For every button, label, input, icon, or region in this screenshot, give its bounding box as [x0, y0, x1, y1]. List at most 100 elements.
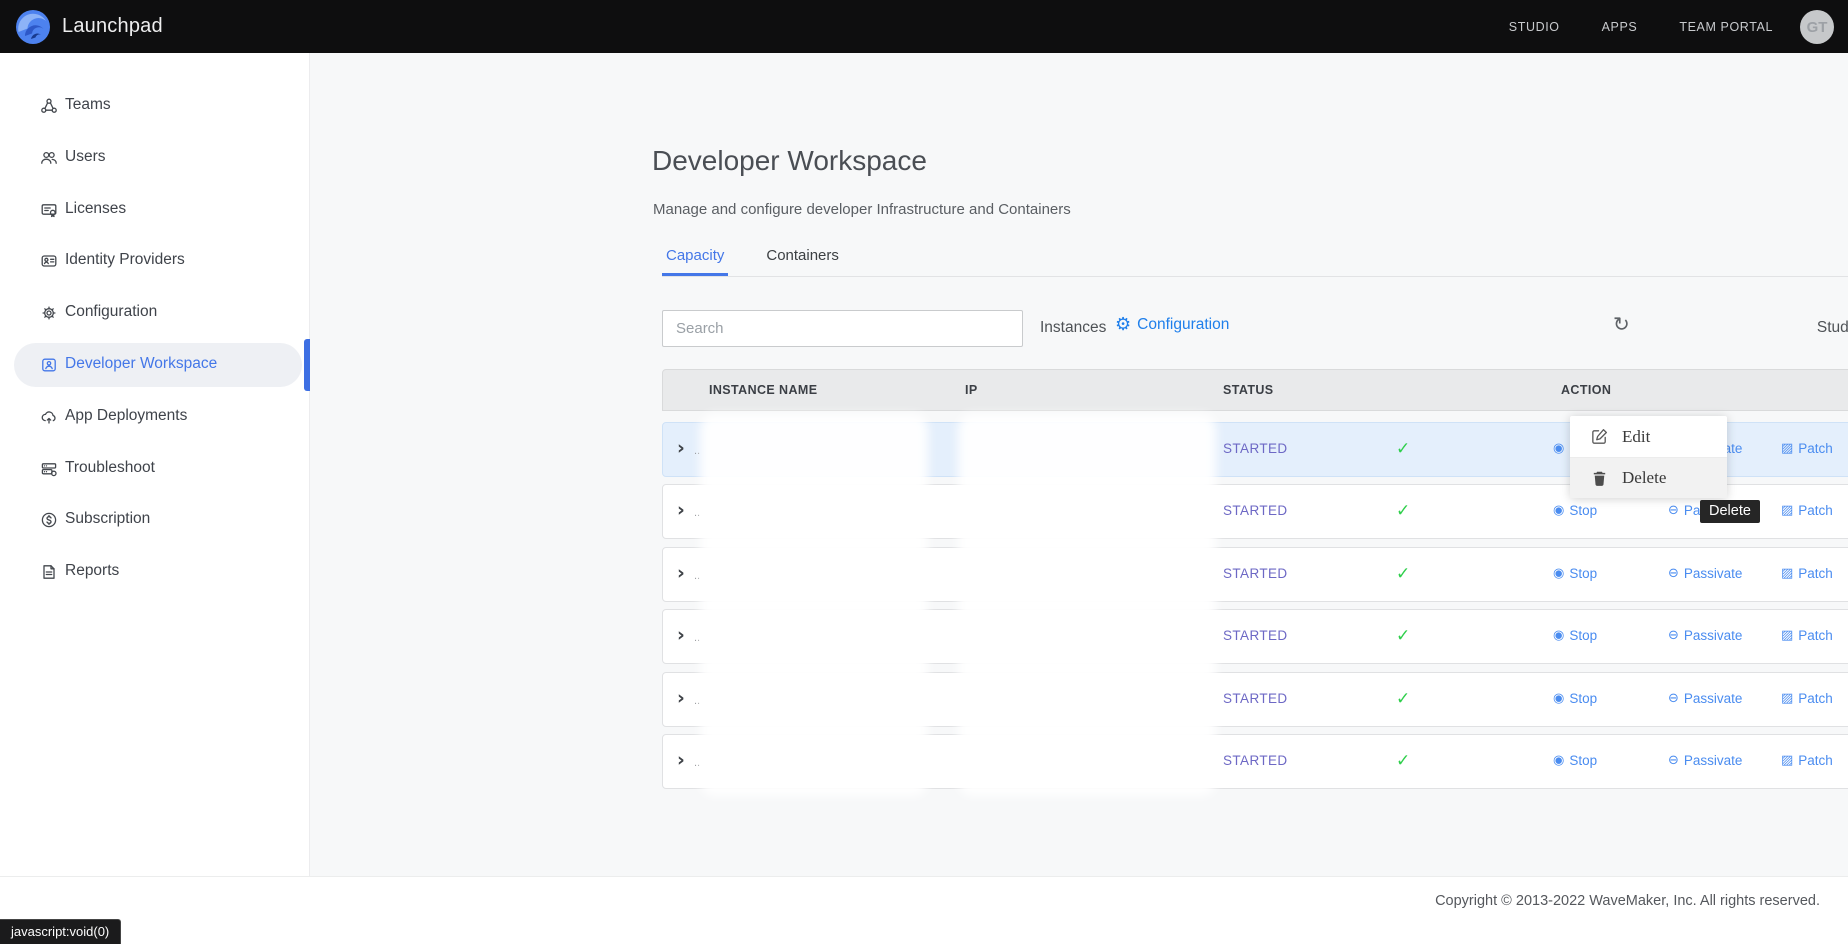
sidebar-item-label: Configuration — [65, 303, 157, 321]
configuration-link[interactable]: ⚙ Configuration — [1115, 316, 1229, 334]
trash-icon — [1590, 469, 1609, 488]
menu-item-edit[interactable]: Edit — [1570, 416, 1727, 457]
passivate-action[interactable]: ⊖ Passivate — [1668, 566, 1742, 581]
chevron-right-icon[interactable]: › — [677, 687, 685, 710]
topbar: Launchpad STUDIOAPPSTEAM PORTAL GT — [0, 0, 1848, 53]
patch-action[interactable]: ▨Patch — [1781, 628, 1833, 643]
stop-icon: ◉ — [1553, 567, 1564, 580]
topbar-nav: STUDIO APPS TEAM PORTAL — [1509, 0, 1773, 53]
status-text: STARTED — [1223, 691, 1288, 706]
column-header-ip: IP — [965, 383, 978, 397]
action-label: Stop — [1569, 566, 1597, 581]
chevron-right-icon[interactable]: › — [677, 749, 685, 772]
sidebar-item-label: Teams — [65, 96, 111, 114]
sidebar-item-reports[interactable]: Reports — [0, 550, 310, 594]
menu-item-label: Edit — [1622, 427, 1650, 447]
stop-icon: ◉ — [1553, 754, 1564, 767]
patch-icon: ▨ — [1781, 754, 1793, 767]
patch-action[interactable]: ▨Patch — [1781, 441, 1833, 456]
chevron-right-icon[interactable]: › — [677, 499, 685, 522]
status-text: STARTED — [1223, 503, 1288, 518]
menu-item-label: Delete — [1622, 468, 1666, 488]
wavemaker-logo — [15, 9, 51, 45]
patch-icon: ▨ — [1781, 504, 1793, 517]
check-icon: ✓ — [1396, 751, 1410, 771]
stop-action[interactable]: ◉ Stop — [1553, 753, 1597, 768]
action-label: Passivate — [1684, 566, 1743, 581]
column-header-action: ACTION — [1561, 383, 1611, 397]
configuration-link-label: Configuration — [1137, 316, 1229, 334]
page-subtitle: Manage and configure developer Infrastru… — [653, 201, 1071, 218]
column-header-instance-name: INSTANCE NAME — [709, 383, 817, 397]
patch-action[interactable]: ▨ Patch — [1781, 753, 1833, 768]
passivate-action[interactable]: ⊖Passivate — [1668, 628, 1742, 643]
check-icon: ✓ — [1396, 501, 1410, 521]
chevron-right-icon[interactable]: › — [677, 624, 685, 647]
sidebar-item-subscription[interactable]: Subscription — [0, 498, 310, 542]
page-title: Developer Workspace — [652, 145, 927, 177]
chevron-right-icon[interactable]: › — [677, 562, 685, 585]
patch-action[interactable]: ▨Patch — [1781, 503, 1833, 518]
developer-workspace-icon — [40, 356, 58, 374]
nav-apps[interactable]: APPS — [1602, 20, 1638, 34]
tab-containers[interactable]: Containers — [762, 247, 843, 276]
gear-icon: ⚙ — [1115, 316, 1131, 334]
status-text: STARTED — [1223, 753, 1288, 768]
action-label: Patch — [1798, 753, 1833, 768]
chevron-right-icon[interactable]: › — [677, 437, 685, 460]
patch-icon: ▨ — [1781, 629, 1793, 642]
avatar[interactable]: GT — [1800, 10, 1834, 44]
sidebar-item-configuration[interactable]: Configuration — [0, 291, 310, 335]
sidebar-item-licenses[interactable]: Licenses — [0, 188, 310, 232]
passivate-icon: ⊖ — [1668, 504, 1679, 517]
refresh-icon[interactable]: ↻ — [1613, 312, 1630, 336]
redacted-instance-name-band — [700, 414, 928, 796]
column-header-status: STATUS — [1223, 383, 1274, 397]
configuration-icon — [40, 304, 58, 322]
search-input[interactable] — [662, 310, 1023, 347]
patch-action[interactable]: ▨Patch — [1781, 566, 1833, 581]
action-label: Stop — [1569, 628, 1597, 643]
stop-action[interactable]: ◉ Stop — [1553, 691, 1597, 706]
sidebar-item-label: Subscription — [65, 510, 150, 528]
sidebar-item-developer-workspace[interactable]: Developer Workspace — [0, 343, 310, 387]
passivate-action[interactable]: ⊖Passivate — [1668, 753, 1742, 768]
passivate-action[interactable]: ⊖Passivate — [1668, 691, 1742, 706]
teams-icon — [40, 97, 58, 115]
status-text: STARTED — [1223, 566, 1288, 581]
sidebar-item-troubleshoot[interactable]: Troubleshoot — [0, 447, 310, 491]
stop-action[interactable]: ◉Stop — [1553, 628, 1597, 643]
passivate-icon: ⊖ — [1668, 567, 1679, 580]
stop-icon: ◉ — [1553, 442, 1564, 455]
stop-icon: ◉ — [1553, 692, 1564, 705]
action-label: Stop — [1569, 753, 1597, 768]
action-label: Stop — [1569, 503, 1597, 518]
status-text: STARTED — [1223, 441, 1288, 456]
app-deployments-icon — [40, 408, 58, 426]
footer: Copyright © 2013-2022 WaveMaker, Inc. Al… — [0, 876, 1848, 944]
tab-capacity[interactable]: Capacity — [662, 247, 728, 276]
action-label: Stop — [1569, 691, 1597, 706]
stop-action[interactable]: ◉ Stop — [1553, 566, 1597, 581]
sidebar-item-users[interactable]: Users — [0, 136, 310, 180]
menu-item-delete[interactable]: Delete — [1570, 457, 1727, 498]
nav-team-portal[interactable]: TEAM PORTAL — [1679, 20, 1773, 34]
subscription-icon — [40, 511, 58, 529]
check-icon: ✓ — [1396, 689, 1410, 709]
sidebar-item-identity-providers[interactable]: Identity Providers — [0, 239, 310, 283]
patch-icon: ▨ — [1781, 567, 1793, 580]
reports-icon — [40, 563, 58, 581]
sidebar-item-teams[interactable]: Teams — [0, 84, 310, 128]
nav-studio[interactable]: STUDIO — [1509, 20, 1560, 34]
sidebar-item-label: App Deployments — [65, 407, 187, 425]
delete-tooltip: Delete — [1700, 500, 1760, 523]
stop-action[interactable]: ◉Stop — [1553, 503, 1597, 518]
sidebar-item-label: Users — [65, 148, 105, 166]
check-icon: ✓ — [1396, 439, 1410, 459]
tab-bar: Capacity Containers — [662, 247, 843, 276]
check-icon: ✓ — [1396, 626, 1410, 646]
patch-icon: ▨ — [1781, 442, 1793, 455]
sidebar-item-app-deployments[interactable]: App Deployments — [0, 395, 310, 439]
passivate-icon: ⊖ — [1668, 754, 1679, 767]
patch-action[interactable]: ▨Patch — [1781, 691, 1833, 706]
